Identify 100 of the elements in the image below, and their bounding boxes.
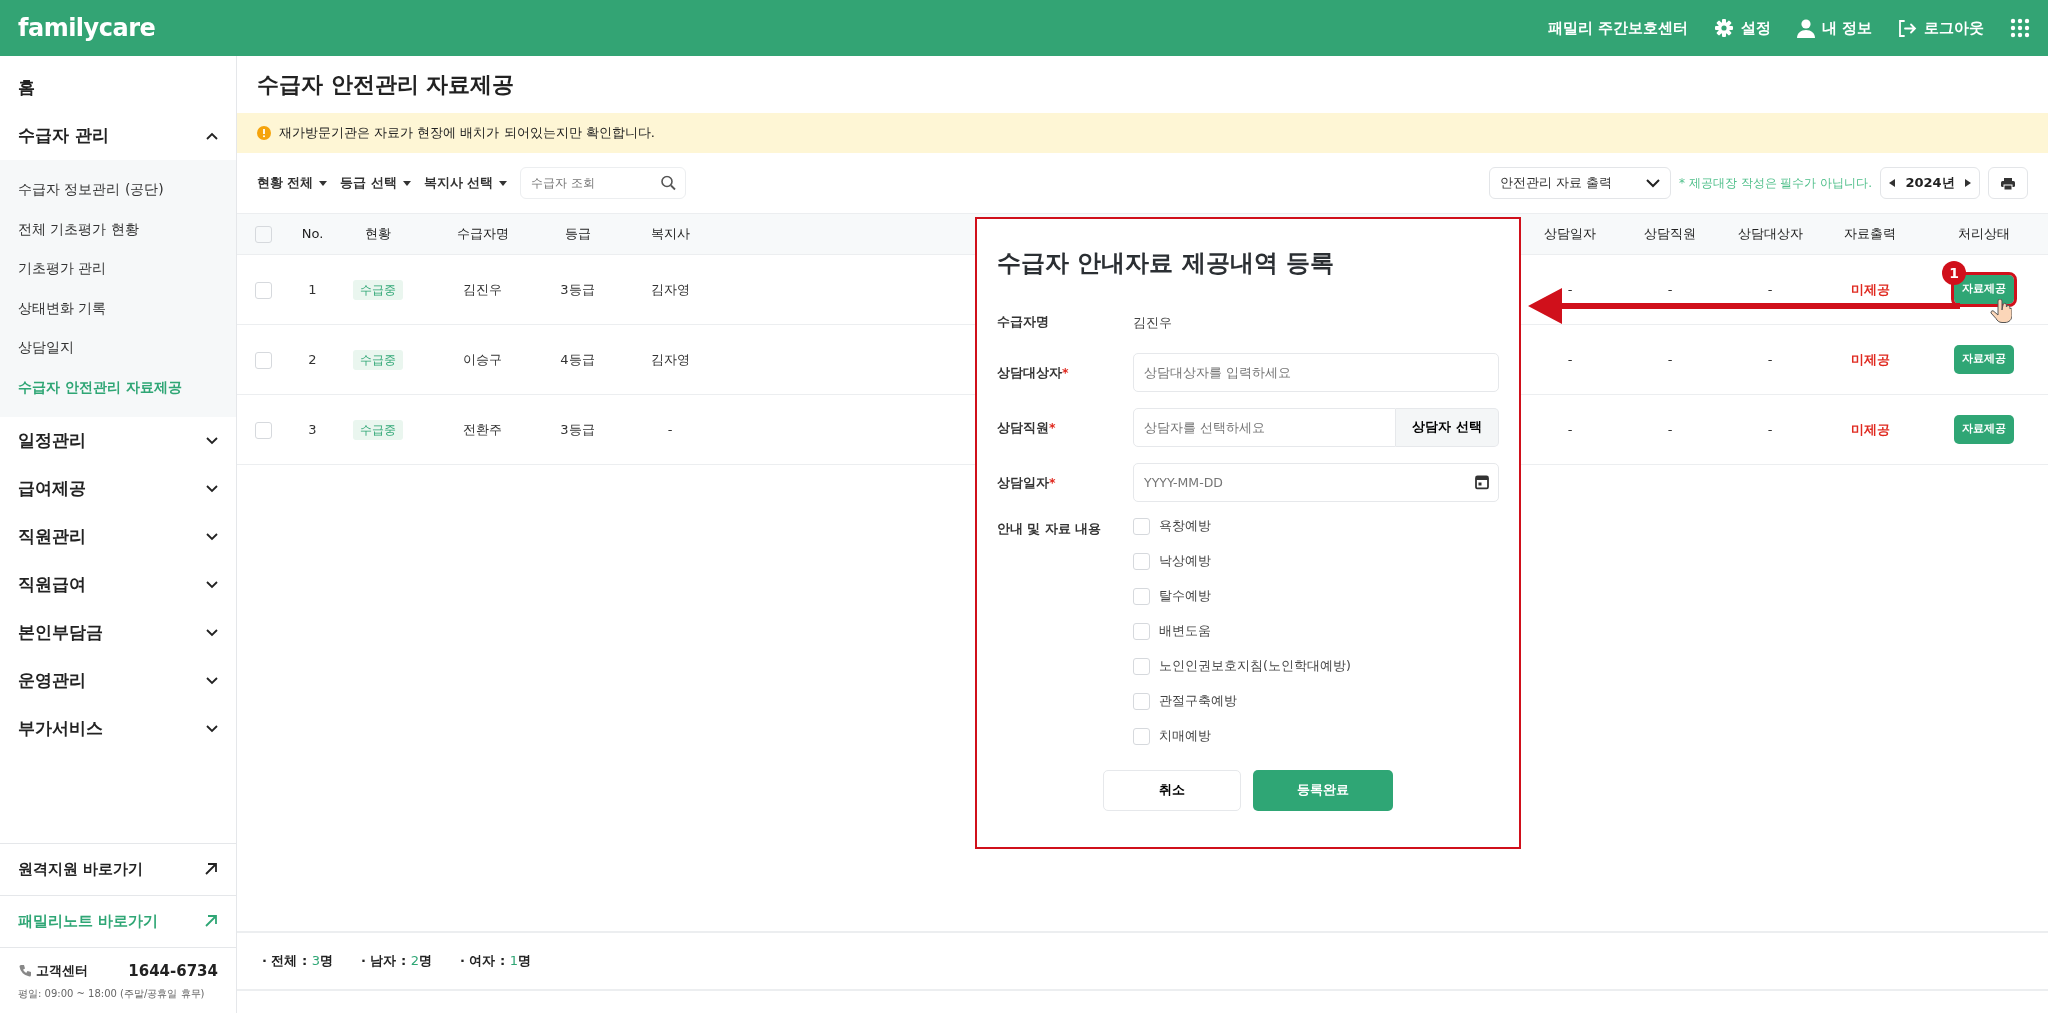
table-cell: 1 [308,281,317,297]
menu-item[interactable]: 직원급여 [0,561,236,609]
table-cell: 김자영 [650,351,690,367]
table-cell: 미제공 [1850,421,1890,437]
menu-item[interactable]: 홈 [0,64,236,112]
caret-down-icon [319,180,328,186]
text-field[interactable]: 상담대상자를 입력하세요 [1133,352,1499,392]
option-label: 관절구축예방 [1159,691,1237,710]
column-header: 복지사 [650,226,690,242]
checkbox[interactable] [1133,727,1150,745]
menu-item[interactable]: 수급자 관리 [0,112,236,160]
step-badge: 1 [1942,261,1966,285]
option-label: 노인인권보호지침(노인학대예방) [1159,656,1351,675]
print-button[interactable] [1988,167,2028,199]
column-header: 상담일자 [1544,226,1596,242]
table-cell: - [1667,351,1673,367]
menu-item[interactable]: 직원관리 [0,513,236,561]
column-header: 상담직원 [1644,226,1696,242]
checkbox[interactable] [1133,622,1150,640]
table-cell: 3등급 [560,281,595,297]
search-field[interactable]: 수급자 조회 [520,167,687,199]
select-staff-button[interactable]: 상담자 선택 [1396,407,1499,447]
table-cell: - [1567,281,1573,297]
submenu-item[interactable]: 전체 기초평가 현황 [0,209,236,249]
calendar-icon [1475,474,1489,490]
settings-icon [1713,18,1734,38]
submenu-item[interactable]: 상담일지 [0,328,236,368]
table-cell: 이승구 [463,351,502,367]
table-cell: 미제공 [1850,281,1890,297]
menu-item[interactable]: 부가서비스 [0,705,236,753]
filter-dropdown[interactable]: 등급 선택 [340,173,411,193]
table-cell: - [1567,351,1573,367]
chevron-down-icon [1645,178,1660,188]
table-cell: - [1767,421,1773,437]
table-cell: 미제공 [1850,351,1890,367]
menu-item[interactable]: 일정관리 [0,417,236,465]
table-cell: 전환주 [463,421,502,437]
column-header: 등급 [564,226,591,242]
option-label: 욕창예방 [1159,516,1211,535]
row-checkbox[interactable] [255,421,272,439]
table-cell: 2 [308,351,317,367]
filter-dropdown[interactable]: 복지사 선택 [423,173,508,193]
menu-item[interactable]: 운영관리 [0,657,236,705]
apps-grid-icon[interactable] [2010,18,2030,38]
table-cell: - [667,421,673,437]
year-label: 2024년 [1905,174,1955,193]
submenu-item[interactable]: 수급자 정보관리 (공단) [0,170,236,210]
checkbox[interactable] [1133,692,1150,710]
column-header: 자료출력 [1844,226,1896,242]
date-field[interactable]: YYYY-MM-DD [1133,462,1499,502]
warning-icon [257,126,271,140]
menu-item[interactable]: 급여제공 [0,465,236,513]
modal-title: 수급자 안내자료 제공내역 등록 [997,248,1336,279]
shortcut-link[interactable]: 원격지원 바로가기 [0,842,236,895]
text-field[interactable]: 상담자를 선택하세요 [1133,407,1397,447]
field-label: 수급자명 [997,313,1050,331]
cancel-button[interactable]: 취소 [1103,769,1241,811]
table-cell: 3등급 [560,421,595,437]
field-label: 상담직원* [997,418,1057,437]
summary-count: · 전체 : 3명 [262,952,333,971]
checkbox[interactable] [1133,587,1150,605]
summary-count: · 남자 : 2명 [361,952,432,971]
alert-message: 재가방문기관은 자료가 현장에 배치가 되어있는지만 확인합니다. [279,124,655,143]
column-header: 상담대상자 [1737,226,1803,242]
row-checkbox[interactable] [255,351,272,369]
field-label: 상담일자* [997,473,1057,492]
center-name: 패밀리 주간보호센터 [1547,17,1688,39]
support-phone: 1644-6734 [128,960,218,982]
field-label: 상담대상자* [997,363,1070,382]
table-cell: 4등급 [560,351,595,367]
arrow-up-right-icon [204,914,218,928]
support-hours: 평일: 09:00 ~ 18:00 (주말/공휴일 휴무) [18,987,206,1001]
field-value: 김진우 [1133,314,1172,332]
support-label: 고객센터 [36,962,88,980]
table-cell: - [1667,421,1673,437]
table-cell: 3 [308,421,317,437]
table-cell: - [1667,281,1673,297]
hand-cursor-icon [1990,299,2012,325]
field-label: 안내 및 자료 내용 [997,519,1103,538]
submenu-item[interactable]: 기초평가 관리 [0,249,236,289]
logout-icon [1898,18,1917,38]
submenu-item[interactable]: 상태변화 기록 [0,288,236,328]
checkbox[interactable] [1133,657,1150,675]
option-label: 치매예방 [1159,726,1211,745]
status-tag: 수급중 [352,419,403,440]
column-header: 처리상태 [1958,226,2010,242]
caret-down-icon [499,180,508,186]
table-cell: 김진우 [463,281,502,297]
header-checkbox[interactable] [255,226,272,244]
row-checkbox[interactable] [255,281,272,299]
page-title: 수급자 안전관리 자료제공 [256,71,516,99]
table-cell: - [1767,281,1773,297]
filter-dropdown[interactable]: 현황 전체 [257,173,328,193]
prev-icon[interactable] [1889,179,1895,187]
table-cell: 김자영 [650,281,690,297]
next-icon[interactable] [1965,179,1971,187]
menu-item[interactable]: 본인부담금 [0,609,236,657]
checkbox[interactable] [1133,517,1150,535]
checkbox[interactable] [1133,552,1150,570]
export-select[interactable]: 안전관리 자료 출력 [1488,167,1671,199]
